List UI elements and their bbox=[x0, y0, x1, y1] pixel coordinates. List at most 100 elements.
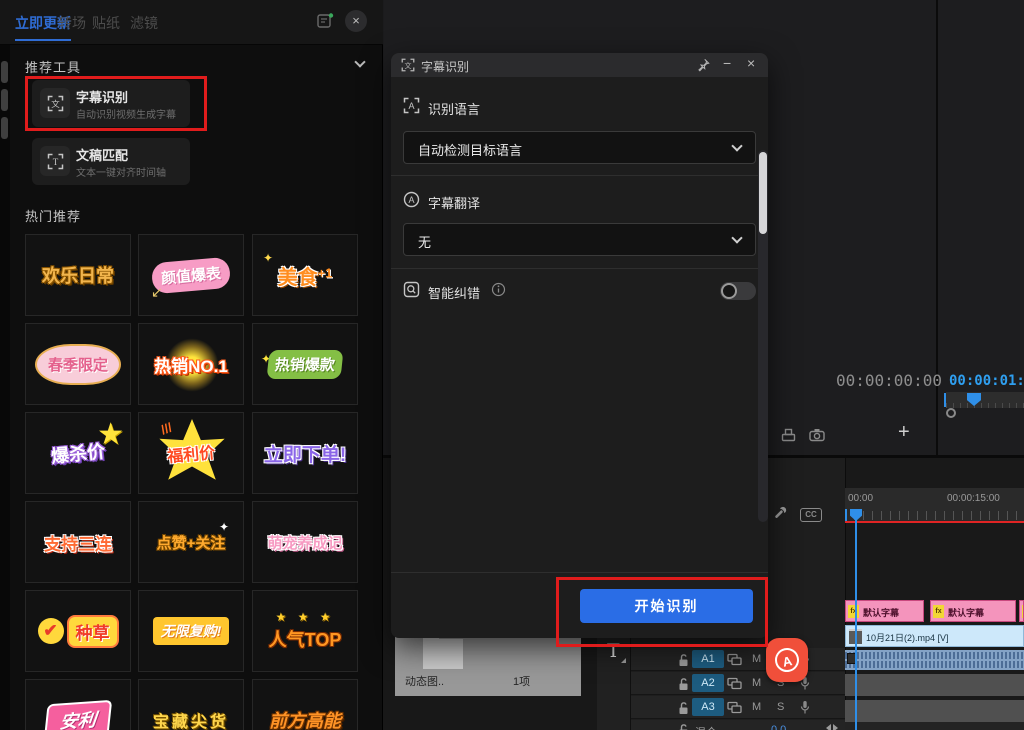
subtitle-clip[interactable]: fx 默认字幕 bbox=[930, 600, 1016, 622]
mute-button[interactable]: M bbox=[752, 701, 761, 713]
closed-captions-button[interactable]: CC bbox=[800, 508, 822, 522]
tab-stickers[interactable]: 贴纸 bbox=[92, 13, 120, 33]
video-clip[interactable]: 10月21日(2).mp4 [V] bbox=[845, 625, 1024, 647]
collapse-chevron-icon[interactable] bbox=[354, 56, 365, 67]
svg-text:A: A bbox=[408, 101, 414, 111]
sticker-item[interactable]: ★ ★ ★人气TOP bbox=[252, 590, 358, 672]
info-icon[interactable] bbox=[491, 282, 506, 297]
track-header-a2[interactable]: A2 M S bbox=[631, 672, 845, 695]
pin-icon[interactable] bbox=[696, 58, 710, 72]
sticker-item[interactable]: 前方高能 bbox=[252, 679, 358, 730]
mini-timeline[interactable] bbox=[946, 392, 1024, 408]
smart-correction-toggle[interactable] bbox=[720, 282, 756, 300]
track-header-a3[interactable]: A3 M S bbox=[631, 696, 845, 719]
timeline-settings-wrench-icon[interactable] bbox=[772, 504, 789, 521]
fx-badge-icon: fx bbox=[848, 605, 859, 618]
sticker-label: 福利价 bbox=[166, 439, 216, 467]
plugin-panel: 立即更新 转场 贴纸 滤镜 × 推荐工具 文 字幕识别 自动识别视频生成字幕 bbox=[0, 0, 383, 730]
sticker-label: 前方高能 bbox=[269, 707, 341, 730]
start-recognition-button[interactable]: 开始识别 bbox=[580, 589, 753, 623]
source-timecode: 00:00:01:18 bbox=[949, 373, 1024, 389]
dialog-title: 字幕识别 bbox=[421, 58, 469, 75]
ai-assistant-button[interactable]: A bbox=[766, 638, 808, 682]
mix-track-label: 混合 bbox=[695, 724, 717, 730]
track-badge[interactable]: A1 bbox=[692, 650, 724, 668]
mic-icon[interactable] bbox=[799, 700, 811, 715]
waveform bbox=[845, 652, 1024, 659]
edge-tab[interactable] bbox=[1, 61, 8, 83]
playhead-line bbox=[855, 512, 857, 730]
svg-text:文: 文 bbox=[405, 61, 412, 70]
close-button[interactable]: × bbox=[747, 55, 755, 71]
sticker-item[interactable]: 热销NO.1 bbox=[138, 323, 244, 405]
recognition-language-select[interactable]: 自动检测目标语言 bbox=[403, 131, 756, 164]
edge-tab[interactable] bbox=[1, 89, 8, 111]
sticker-item[interactable]: ✔种草 bbox=[25, 590, 131, 672]
track-sync-icon[interactable] bbox=[727, 677, 743, 690]
add-button[interactable]: + bbox=[898, 421, 910, 444]
mix-volume-value[interactable]: 0.0 bbox=[771, 724, 786, 730]
plugin-topbar: 立即更新 转场 贴纸 滤镜 × bbox=[0, 0, 383, 45]
tab-filters[interactable]: 滤镜 bbox=[130, 13, 158, 33]
sticker-item[interactable]: 支持三连 bbox=[25, 501, 131, 583]
ruler-ticks bbox=[845, 511, 1024, 520]
audio-clip[interactable] bbox=[845, 650, 1024, 670]
minimize-button[interactable]: − bbox=[723, 55, 731, 71]
sticker-item[interactable]: ///福利价 bbox=[138, 412, 244, 494]
keyframe-nav-icon[interactable] bbox=[825, 723, 839, 730]
edge-tab[interactable] bbox=[1, 117, 8, 139]
solo-button[interactable]: S bbox=[777, 701, 784, 713]
empty-audio-track[interactable] bbox=[845, 700, 1024, 722]
lock-icon[interactable] bbox=[677, 701, 690, 715]
sticker-item[interactable]: 欢乐日常 bbox=[25, 234, 131, 316]
type-tool[interactable]: T bbox=[607, 640, 620, 662]
edge-strip bbox=[0, 45, 10, 730]
sticker-item[interactable]: 无限复购! bbox=[138, 590, 244, 672]
divider bbox=[391, 268, 768, 269]
mute-button[interactable]: M bbox=[752, 653, 761, 665]
sticker-item[interactable]: 美食+1✦ bbox=[252, 234, 358, 316]
close-panel-icon[interactable]: × bbox=[345, 10, 367, 32]
track-badge[interactable]: A3 bbox=[692, 698, 724, 716]
track-header-mix[interactable]: 混合 0.0 bbox=[631, 720, 845, 730]
sticker-item[interactable]: 安利 bbox=[25, 679, 131, 730]
sticker-item[interactable]: 春季限定 bbox=[25, 323, 131, 405]
export-frame-icon[interactable] bbox=[780, 427, 797, 443]
sticker-item[interactable]: 立即下单! bbox=[252, 412, 358, 494]
lock-icon[interactable] bbox=[677, 677, 690, 691]
zoom-handle-icon[interactable] bbox=[946, 408, 956, 418]
camera-icon[interactable] bbox=[809, 428, 825, 442]
lock-icon[interactable] bbox=[677, 653, 690, 667]
smart-correction-label: 智能纠错 bbox=[428, 283, 480, 302]
media-bin-item[interactable]: 动态图.. 1项 bbox=[395, 634, 581, 696]
svg-text:T: T bbox=[52, 157, 58, 167]
sticker-item[interactable]: 颜值爆表↙ bbox=[138, 234, 244, 316]
mute-button[interactable]: M bbox=[752, 677, 761, 689]
smart-correct-icon bbox=[403, 281, 420, 298]
sticker-item[interactable]: ✦热销爆款 bbox=[252, 323, 358, 405]
tool-script-match[interactable]: T 文稿匹配 文本一键对齐时间轴 bbox=[32, 138, 190, 185]
tab-transitions[interactable]: 转场 bbox=[58, 13, 86, 33]
track-header-a1[interactable]: A1 M S bbox=[631, 648, 845, 671]
track-sync-icon[interactable] bbox=[727, 701, 743, 714]
tool-subtitle-recognition[interactable]: 文 字幕识别 自动识别视频生成字幕 bbox=[32, 80, 190, 127]
arrow-icon: ↙ bbox=[151, 284, 163, 301]
translation-select[interactable]: 无 bbox=[403, 223, 756, 256]
sticker-item[interactable]: 萌宠养成记 bbox=[252, 501, 358, 583]
notes-icon[interactable] bbox=[316, 12, 334, 30]
track-badge[interactable]: A2 bbox=[692, 674, 724, 692]
toggle-knob bbox=[721, 283, 737, 299]
dialog-scrollbar-thumb[interactable] bbox=[759, 152, 767, 234]
timeline-bottom-gutter bbox=[845, 722, 1024, 730]
sticker-item[interactable]: ✦点赞+关注 bbox=[138, 501, 244, 583]
lock-icon[interactable] bbox=[677, 723, 690, 730]
sticker-item[interactable]: ★爆杀价 bbox=[25, 412, 131, 494]
empty-audio-track[interactable] bbox=[845, 674, 1024, 696]
dialog-titlebar[interactable]: 文 字幕识别 − × bbox=[391, 53, 768, 77]
track-sync-icon[interactable] bbox=[727, 653, 743, 666]
subtitle-clip-label: 默认字幕 bbox=[948, 606, 984, 619]
check-icon: ✔ bbox=[38, 618, 64, 644]
sticker-item[interactable]: 宝藏尖货 bbox=[138, 679, 244, 730]
selected-language: 自动检测目标语言 bbox=[418, 140, 522, 159]
subtitle-clip-partial[interactable] bbox=[1019, 600, 1024, 622]
